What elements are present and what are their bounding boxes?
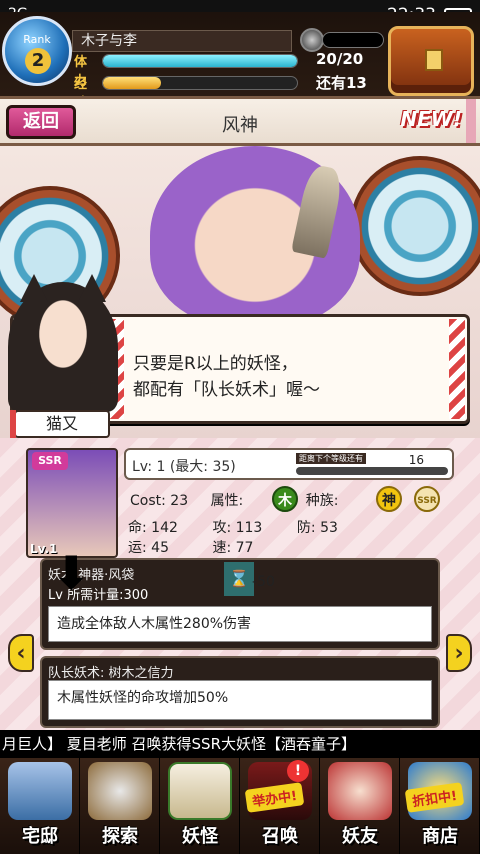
- exp-fill: [103, 77, 162, 89]
- stamina-bar: [102, 54, 298, 68]
- exp-value: 还有13: [316, 74, 367, 92]
- scroll-icon: [168, 762, 232, 820]
- prev-arrow-icon[interactable]: ‹: [8, 634, 34, 672]
- stat-def: 防: 53: [296, 520, 338, 536]
- dialog-text: 只要是R以上的妖怪， 都配有「队长妖术」喔～: [133, 351, 453, 403]
- level-box: Lv: 1 (最大: 35) 距离下个等级还有 16: [124, 448, 454, 480]
- mansion-icon: [8, 762, 72, 820]
- stat-luck: 运: 45: [128, 540, 169, 556]
- rank-number: 2: [25, 48, 51, 74]
- orb-icon: [300, 28, 324, 52]
- player-hud: Rank 2 木子与李 体力 20/20 经验 还有13: [0, 12, 480, 111]
- stat-speed: 速: 77: [212, 540, 254, 556]
- level-text: Lv: 1 (最大: 35): [132, 459, 236, 475]
- wind-drum-icon: [350, 156, 480, 296]
- nav-label: 召唤: [262, 826, 298, 847]
- leader-skill-name: 队长妖术: 树木之信力: [48, 666, 174, 681]
- stat-hp: 命: 142: [128, 520, 178, 536]
- new-badge: NEW!: [400, 107, 462, 131]
- next-arrow-icon[interactable]: ›: [446, 634, 472, 672]
- page-title: 风神: [222, 115, 258, 136]
- nav-home-button[interactable]: 宅邸: [0, 758, 80, 854]
- nav-yokai-button[interactable]: 妖怪: [160, 758, 240, 854]
- hourglass-icon: ⌛: [224, 562, 254, 596]
- attribute-label: 属性:: [210, 493, 244, 509]
- bottom-nav: 宅邸 探索 妖怪 ! 举办中! 召唤 妖友 折扣中! 商店: [0, 758, 480, 854]
- cat-girl-avatar: [8, 274, 118, 412]
- race-label: 种族:: [305, 493, 339, 509]
- title-bar: 返回 风神 NEW!: [0, 96, 480, 146]
- rank-badge[interactable]: Rank 2: [2, 16, 72, 86]
- leader-skill-box: 队长妖术: 树木之信力 木属性妖怪的命攻增加50%: [40, 656, 440, 728]
- stats-block: 命: 142 攻: 113 防: 53 运: 45 速: 77: [128, 518, 338, 558]
- stamina-value: 20/20: [316, 50, 364, 68]
- orb-counter: [322, 32, 384, 48]
- rank-label: Rank: [23, 33, 51, 46]
- player-name: 木子与李: [72, 30, 292, 52]
- yokai-info-panel: SSR Lv.1 Lv: 1 (最大: 35) 距离下个等级还有 16 Cost…: [0, 438, 480, 730]
- next-level-value: 16: [408, 453, 424, 467]
- speaker-name: 猫又: [10, 410, 110, 438]
- nav-label: 宅邸: [22, 826, 58, 847]
- scrollbar[interactable]: [466, 99, 476, 143]
- skill-gauge-value: -50: [252, 574, 275, 590]
- nav-label: 探索: [102, 826, 138, 847]
- friend-icon: [328, 762, 392, 820]
- stat-atk: 攻: 113: [212, 520, 263, 536]
- nav-explore-button[interactable]: 探索: [80, 758, 160, 854]
- cost-line: Cost: 23 属性: 种族:: [130, 490, 338, 510]
- nav-label: 妖怪: [182, 826, 218, 847]
- skill-gauge: ⌛ -50: [224, 562, 304, 596]
- treasure-chest-icon[interactable]: [388, 26, 474, 96]
- nav-shop-button[interactable]: 折扣中! 商店: [400, 758, 480, 854]
- ticker-text: 月巨人】 夏目老师 召唤获得SSR大妖怪【酒吞童子】: [2, 735, 357, 753]
- nav-friends-button[interactable]: 妖友: [320, 758, 400, 854]
- next-level-bar: [296, 467, 448, 475]
- exp-bar: [102, 76, 298, 90]
- next-level: 距离下个等级还有 16: [296, 453, 448, 477]
- yokai-card[interactable]: SSR Lv.1: [26, 448, 118, 558]
- god-race-icon: 神: [376, 486, 402, 512]
- nav-summon-button[interactable]: ! 举办中! 召唤: [240, 758, 320, 854]
- leader-skill-description: 木属性妖怪的命攻增加50%: [48, 680, 432, 720]
- wood-attribute-icon: 木: [272, 486, 298, 512]
- nav-label: 妖友: [342, 826, 378, 847]
- dialog-line: 只要是R以上的妖怪，: [133, 354, 298, 374]
- next-level-label: 距离下个等级还有: [296, 453, 366, 464]
- news-ticker: 月巨人】 夏目老师 召唤获得SSR大妖怪【酒吞童子】: [0, 730, 480, 758]
- ssr-seal-icon: SSR: [414, 486, 440, 512]
- compass-icon: [88, 762, 152, 820]
- alert-icon: !: [287, 760, 309, 782]
- cost-text: Cost: 23: [130, 493, 189, 509]
- stamina-fill: [103, 55, 297, 67]
- arrow-down-icon: ⬇: [52, 546, 91, 600]
- rarity-badge: SSR: [32, 452, 68, 470]
- nav-label: 商店: [422, 826, 458, 847]
- back-button[interactable]: 返回: [6, 105, 76, 139]
- dialog-line: 都配有「队长妖术」喔～: [133, 380, 320, 400]
- skill-description: 造成全体敌人木属性280%伤害: [48, 606, 432, 642]
